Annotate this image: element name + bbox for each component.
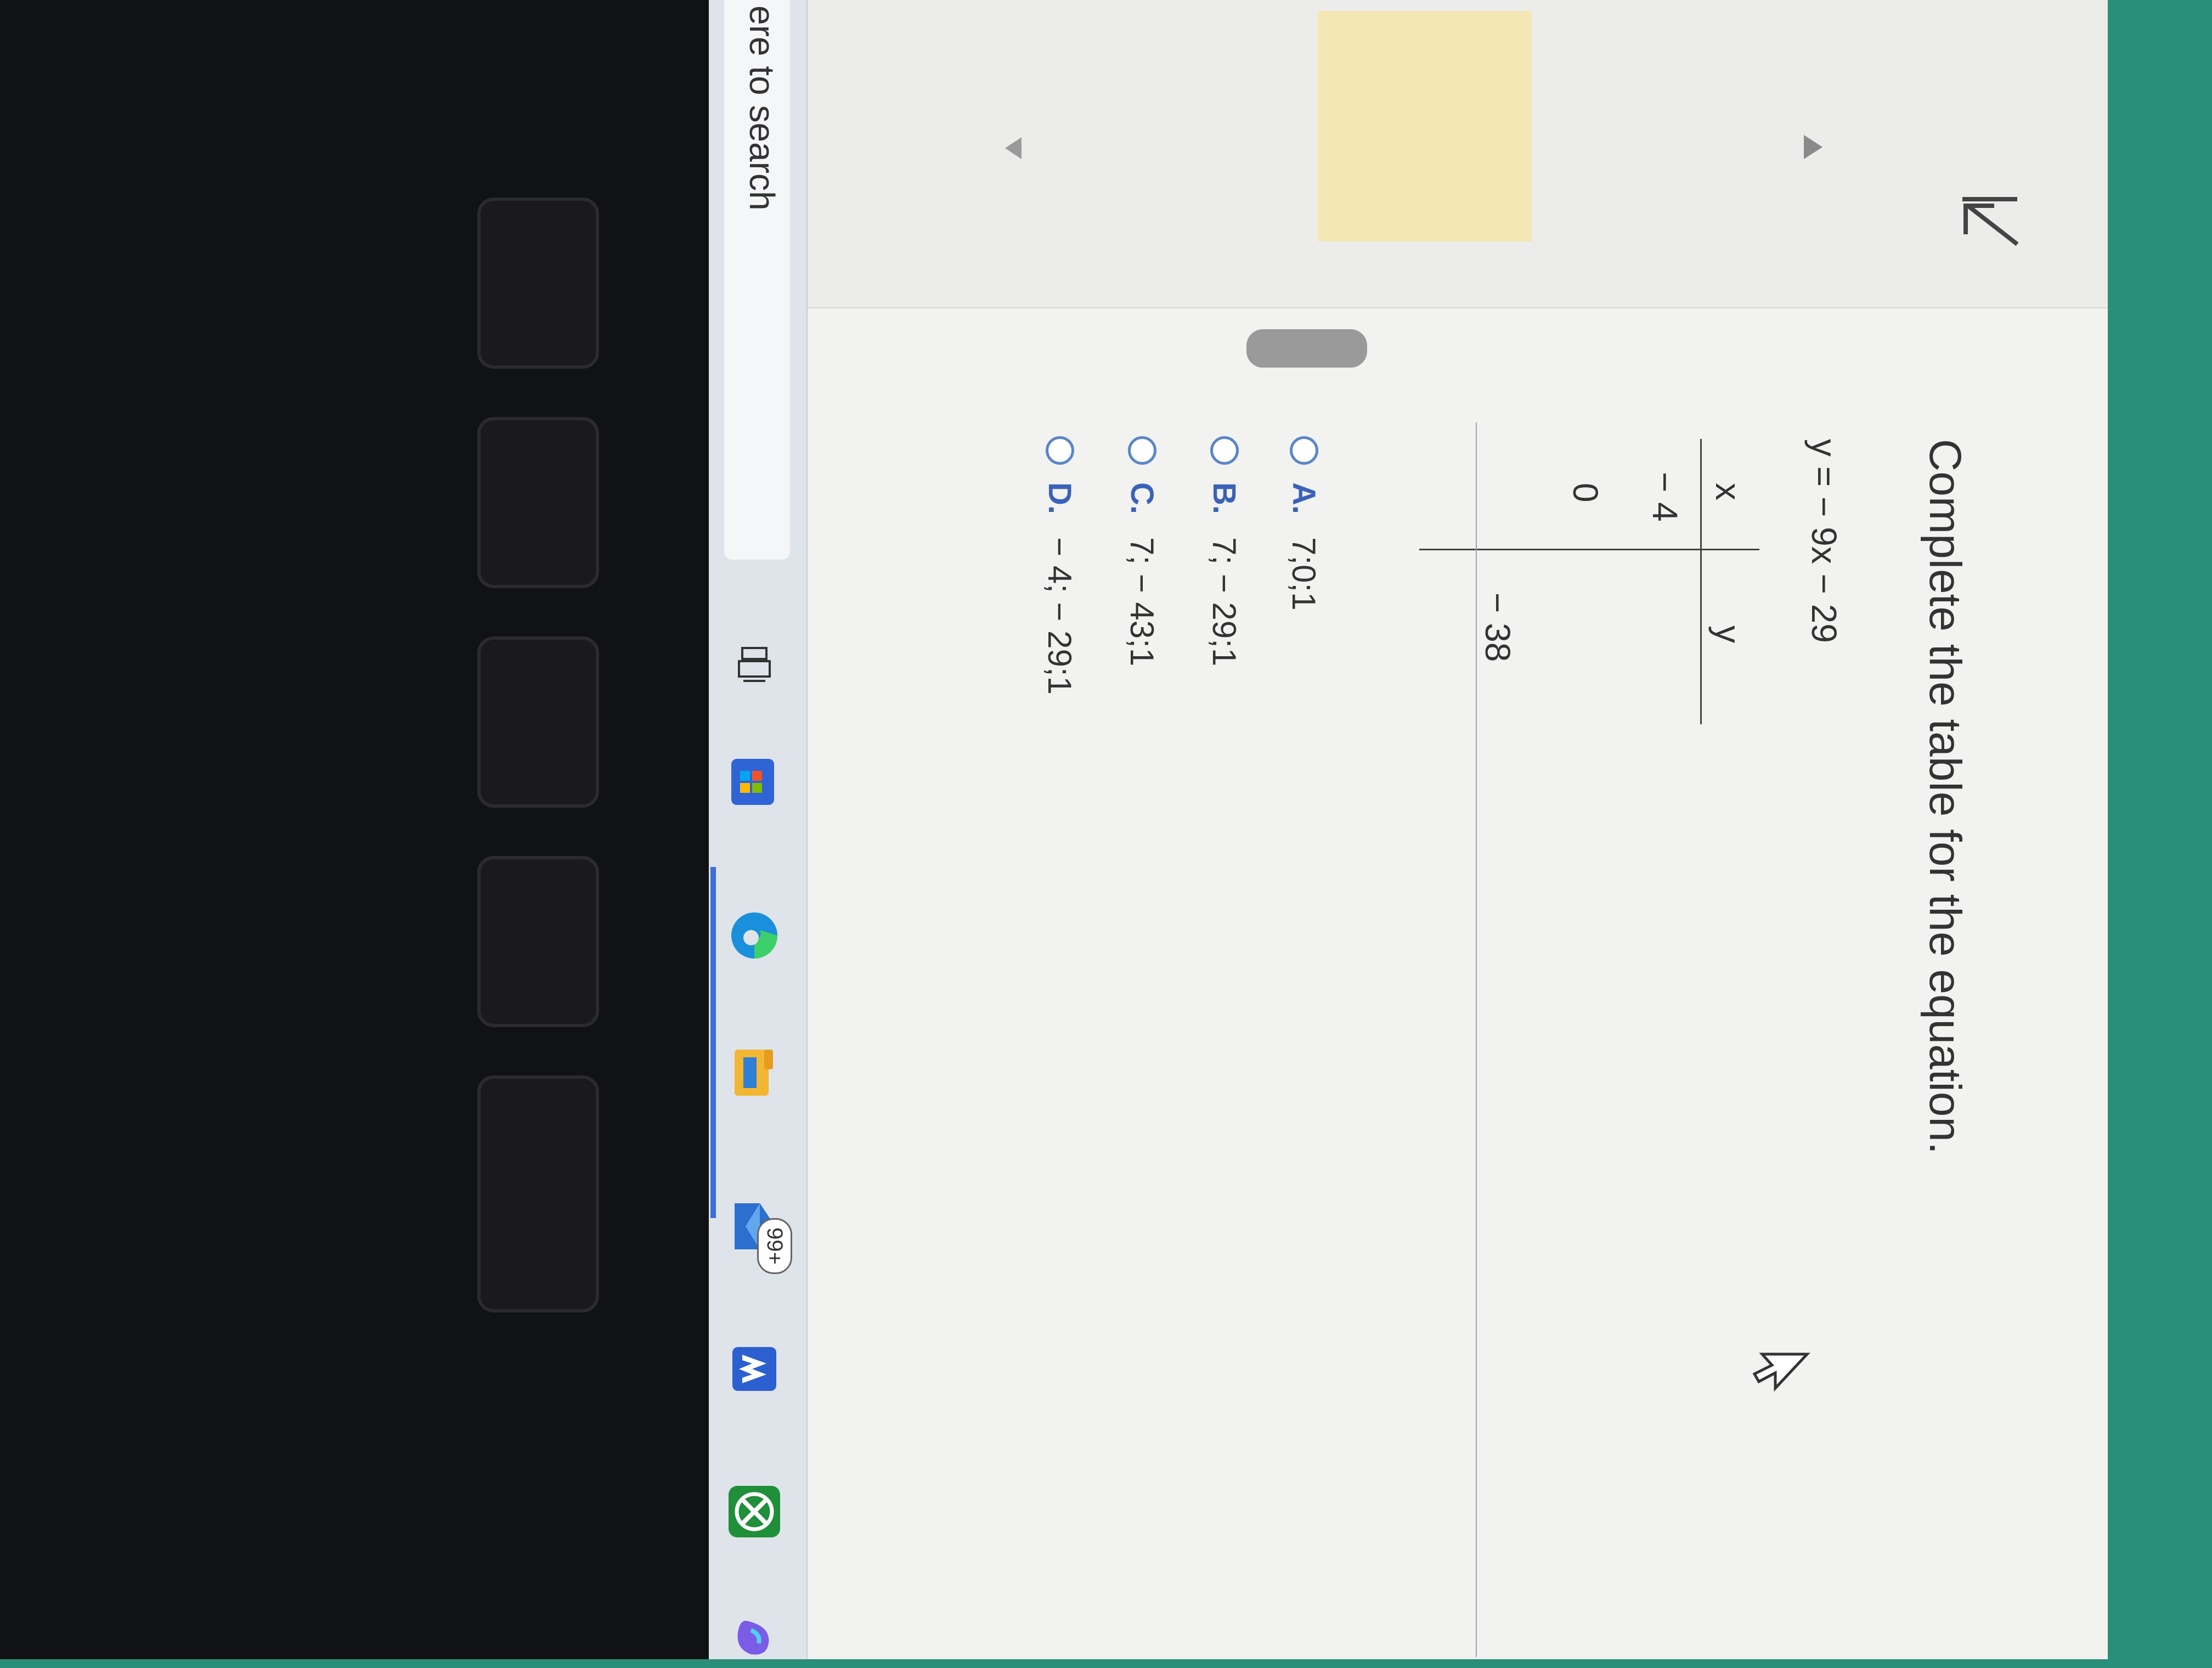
- keyboard-key: [477, 198, 599, 369]
- choice-letter: D.: [1042, 482, 1078, 514]
- copilot-icon: [737, 1621, 769, 1655]
- radio-button[interactable]: [1210, 436, 1239, 465]
- radio-button[interactable]: [1128, 436, 1156, 465]
- left-panel-highlight: [1318, 11, 1532, 241]
- equation: y = − 9x − 29: [1804, 439, 1844, 643]
- scroll-up-arrow-icon[interactable]: [1804, 135, 1822, 159]
- choice-letter: C.: [1124, 482, 1160, 514]
- choice-text: − 4; − 29;1: [1041, 537, 1079, 695]
- mail-notification-badge: 99+: [757, 1218, 792, 1274]
- xbox-button[interactable]: [724, 1481, 785, 1542]
- screen: Complete the table for the equation. y =…: [708, 0, 2108, 1659]
- scroll-down-arrow-icon[interactable]: [1005, 137, 1022, 159]
- choice-text: 7; − 43;1: [1124, 537, 1161, 667]
- file-explorer-button[interactable]: [724, 1042, 785, 1103]
- rotated-photo-stage: Complete the table for the equation. y =…: [0, 0, 2212, 1659]
- taskbar: ere to search 99+: [708, 0, 808, 1659]
- taskbar-search-box[interactable]: ere to search: [724, 0, 790, 560]
- table-cell-x: − 4: [1645, 472, 1685, 522]
- choice-d[interactable]: D. − 4; − 29;1: [1035, 436, 1085, 695]
- table-header-x: x: [1708, 483, 1748, 500]
- mcafee-icon: [732, 1347, 776, 1391]
- keyboard-key: [477, 1075, 599, 1312]
- choice-text: 7; − 29;1: [1206, 537, 1243, 667]
- choice-c[interactable]: C. 7; − 43;1: [1118, 436, 1167, 666]
- microsoft-store-icon: [731, 759, 774, 805]
- table-header-y: y: [1708, 626, 1748, 643]
- table-vertical-rule: [1419, 549, 1759, 550]
- choice-letter: B.: [1206, 482, 1243, 514]
- task-view-button[interactable]: [724, 636, 785, 697]
- question-area: Complete the table for the equation. y =…: [808, 362, 2108, 1659]
- keyboard-key: [477, 636, 599, 808]
- question-title: Complete the table for the equation.: [1920, 439, 1970, 1154]
- section-divider: [1476, 422, 1477, 1657]
- file-explorer-icon: [735, 1050, 773, 1096]
- task-view-icon: [738, 647, 771, 682]
- mail-button[interactable]: 99+: [724, 1196, 792, 1274]
- choice-b[interactable]: B. 7; − 29;1: [1200, 436, 1249, 666]
- store-button[interactable]: [724, 752, 785, 812]
- choice-a[interactable]: A. 7;0;1: [1279, 436, 1329, 610]
- first-page-icon: [1962, 197, 2019, 246]
- table-cell-y: − 38: [1478, 593, 1517, 662]
- edge-button[interactable]: [724, 905, 785, 966]
- left-navigation-panel: [808, 0, 2108, 308]
- search-placeholder: ere to search: [742, 5, 782, 211]
- edge-icon: [731, 912, 777, 959]
- keyboard-key: [477, 417, 599, 588]
- active-app-indicator: [710, 867, 716, 1218]
- keyboard-key: [477, 856, 599, 1027]
- mcafee-button[interactable]: [724, 1339, 785, 1399]
- mouse-pointer-icon: [1748, 1350, 1812, 1399]
- table-horizontal-rule: [1700, 439, 1702, 724]
- first-question-button[interactable]: [1951, 187, 2028, 252]
- laptop-bezel-and-keyboard: [0, 0, 709, 1659]
- xy-table: x y − 4 0 − 38: [1408, 439, 1759, 724]
- table-cell-x: 0: [1566, 483, 1605, 503]
- choice-text: 7;0;1: [1285, 537, 1323, 611]
- radio-button[interactable]: [1046, 436, 1074, 465]
- radio-button[interactable]: [1290, 436, 1318, 465]
- choice-letter: A.: [1286, 482, 1322, 514]
- xbox-icon: [729, 1486, 780, 1537]
